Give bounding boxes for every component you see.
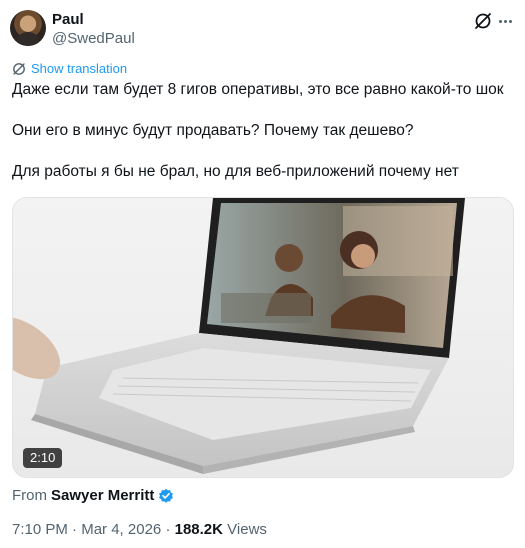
source-name[interactable]: Sawyer Merritt bbox=[51, 487, 154, 504]
views-label: Views bbox=[227, 521, 267, 538]
grok-icon[interactable] bbox=[473, 11, 493, 31]
source-prefix: From bbox=[12, 487, 47, 504]
tweet-line: Они его в минус будут продавать? Почему … bbox=[12, 122, 414, 139]
tweet-text: Даже если там будет 8 гигов оперативы, э… bbox=[12, 80, 512, 182]
tweet-line: Даже если там будет 8 гигов оперативы, э… bbox=[12, 81, 504, 98]
tweet-meta: 7:10 PM · Mar 4, 2026 · 188.2K Views bbox=[12, 521, 267, 538]
tweet-line: Для работы я бы не брал, но для веб-прил… bbox=[12, 163, 459, 180]
author-handle[interactable]: @SwedPaul bbox=[52, 29, 135, 48]
author-block[interactable]: Paul @SwedPaul bbox=[52, 11, 135, 48]
show-translation-link[interactable]: Show translation bbox=[12, 61, 127, 76]
video-duration-badge: 2:10 bbox=[23, 448, 63, 468]
tweet-header: Paul @SwedPaul bbox=[10, 10, 515, 50]
show-translation-label[interactable]: Show translation bbox=[31, 61, 127, 76]
verified-badge-icon bbox=[159, 488, 174, 503]
video-source[interactable]: From Sawyer Merritt bbox=[12, 487, 174, 504]
meta-separator: · bbox=[72, 521, 78, 538]
views-count: 188.2K bbox=[174, 521, 223, 538]
tweet-date[interactable]: Mar 4, 2026 bbox=[81, 521, 161, 538]
meta-separator: · bbox=[165, 521, 171, 538]
laptop-video-thumbnail bbox=[13, 198, 465, 474]
translate-icon bbox=[13, 62, 25, 75]
author-display-name[interactable]: Paul bbox=[52, 11, 135, 29]
video-player[interactable]: 2:10 bbox=[12, 197, 514, 478]
more-icon[interactable] bbox=[495, 11, 515, 31]
tweet-time[interactable]: 7:10 PM bbox=[12, 521, 68, 538]
avatar[interactable] bbox=[10, 10, 46, 46]
